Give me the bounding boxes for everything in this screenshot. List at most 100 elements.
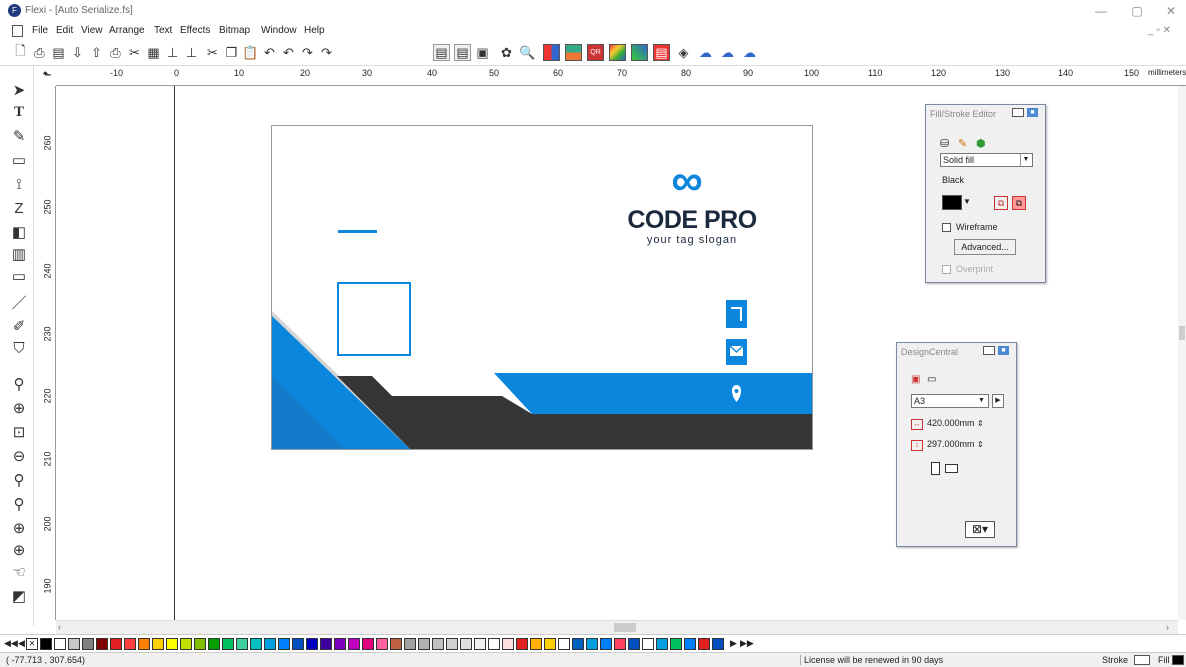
guide-line[interactable] (174, 86, 175, 620)
cloud-icon[interactable]: ☁ (697, 44, 714, 61)
pen-tool-icon[interactable]: ✐ (9, 316, 29, 336)
paste-icon[interactable]: 📋 (242, 44, 259, 61)
zigzag-tool-icon[interactable]: Z (9, 198, 29, 218)
color-swatch[interactable] (516, 638, 528, 650)
rip-print-icon[interactable]: ⊥ (164, 44, 181, 61)
color-swatch[interactable] (334, 638, 346, 650)
panel-close-button[interactable]: ■ (1027, 108, 1038, 117)
select-arrow-icon[interactable]: ➤ (9, 80, 29, 100)
vertical-scroll-thumb[interactable] (1179, 326, 1185, 340)
color-swatch[interactable] (250, 638, 262, 650)
color-swatch[interactable] (446, 638, 458, 650)
text-properties-icon[interactable]: ▣ (474, 44, 491, 61)
redo-icon[interactable]: ↷ (299, 44, 316, 61)
color-swatch[interactable] (96, 638, 108, 650)
fill-swatch[interactable] (1172, 655, 1184, 665)
menu-text[interactable]: Text (154, 25, 172, 36)
vertical-scrollbar[interactable] (1178, 86, 1186, 620)
panel-close-button[interactable]: ■ (998, 346, 1009, 355)
text-tool-icon[interactable]: T (9, 102, 29, 122)
color-swatch[interactable] (166, 638, 178, 650)
color-swatch[interactable] (628, 638, 640, 650)
color-swatch[interactable] (348, 638, 360, 650)
color-swatch[interactable] (418, 638, 430, 650)
pan-tool-icon[interactable]: ⚲ (9, 374, 29, 394)
save-icon[interactable]: ▤ (50, 44, 67, 61)
menu-help[interactable]: Help (304, 25, 325, 36)
no-color-swatch[interactable]: ✕ (26, 638, 38, 650)
close-button[interactable]: ✕ (1156, 2, 1186, 20)
panel-minimize-button[interactable] (983, 346, 995, 355)
fill-tool-icon[interactable]: ⛉ (9, 338, 29, 358)
print-icon[interactable]: ⎙ (107, 44, 124, 61)
business-card[interactable]: ∞ CODE PRO your tag slogan (271, 125, 813, 450)
layers-icon[interactable]: ◈ (675, 44, 692, 61)
palette-last-icon[interactable]: ▶▶ (740, 638, 754, 649)
color-dropdown-arrow-icon[interactable]: ▼ (963, 197, 971, 206)
color-swatch[interactable] (68, 638, 80, 650)
color-swatch-button[interactable] (942, 195, 962, 210)
page-tab-icon[interactable]: ▭ (927, 374, 936, 385)
color-swatch[interactable] (390, 638, 402, 650)
rectangle-tool-icon[interactable]: ▭ (9, 150, 29, 170)
horizontal-ruler[interactable]: -10 0 10 20 30 40 50 60 70 80 90 100 110… (38, 66, 1186, 86)
color-swatch[interactable] (40, 638, 52, 650)
color-swatch[interactable] (110, 638, 122, 650)
color-swatch[interactable] (684, 638, 696, 650)
open-icon[interactable]: ⎙ (31, 44, 48, 61)
brand-name[interactable]: CODE PRO (627, 206, 757, 235)
measure-tool-icon[interactable]: ▭ (9, 266, 29, 286)
document-icon[interactable] (12, 25, 23, 37)
cut-icon[interactable]: ✂ (204, 44, 221, 61)
color-swatch[interactable] (586, 638, 598, 650)
width-spinner-icon[interactable]: ⇕ (977, 419, 984, 428)
color-swatch[interactable] (502, 638, 514, 650)
color-editor-icon[interactable]: ✿ (498, 44, 515, 61)
color-swatch[interactable] (152, 638, 164, 650)
gradient-icon[interactable] (609, 44, 626, 61)
fill-stroke-editor-icon[interactable]: ▤ (454, 44, 471, 61)
panel-minimize-button[interactable] (1012, 108, 1024, 117)
color-swatch[interactable] (194, 638, 206, 650)
color-swatch[interactable] (404, 638, 416, 650)
stroke-tab-icon[interactable]: ✎ (958, 137, 967, 150)
menu-effects[interactable]: Effects (180, 25, 210, 36)
ruler-origin-corner[interactable]: ⬑ (38, 66, 56, 86)
advanced-button[interactable]: Advanced... (954, 239, 1016, 255)
color-swatch[interactable] (264, 638, 276, 650)
scroll-left-icon[interactable]: ‹ (58, 622, 61, 632)
menu-bitmap[interactable]: Bitmap (219, 25, 250, 36)
design-central-icon[interactable]: ▤ (433, 44, 450, 61)
brand-slogan[interactable]: your tag slogan (627, 234, 757, 246)
zoom-in-icon[interactable]: ⊕ (9, 398, 29, 418)
new-document-icon[interactable]: 🗋 (12, 43, 29, 61)
color-swatch[interactable] (306, 638, 318, 650)
import-icon[interactable]: ⇩ (69, 44, 86, 61)
color-palette-icon[interactable] (543, 44, 560, 61)
portrait-orientation-icon[interactable] (931, 462, 940, 475)
effects-tool-icon[interactable]: ◧ (9, 222, 29, 242)
palette-first-icon[interactable]: ◀◀ (4, 638, 18, 649)
color-swatch[interactable] (670, 638, 682, 650)
image-icon[interactable] (631, 44, 648, 61)
landscape-orientation-icon[interactable] (945, 464, 958, 473)
color-swatch[interactable] (292, 638, 304, 650)
barcode-icon[interactable]: ▤ (653, 44, 670, 61)
color-swatch[interactable] (474, 638, 486, 650)
knife-tool-icon[interactable]: ／ (9, 292, 29, 312)
zoom-page-icon[interactable]: ⊡ (9, 422, 29, 442)
zoom-icon[interactable]: 🔍 (519, 44, 536, 61)
minimize-button[interactable]: — (1086, 2, 1116, 20)
export-icon[interactable]: ⇧ (88, 44, 105, 61)
page-size-next-button[interactable]: ▶ (992, 394, 1004, 408)
copy-icon[interactable]: ❐ (223, 44, 240, 61)
page-setup-tab-icon[interactable]: ▣ (911, 374, 920, 385)
color-swatch[interactable] (572, 638, 584, 650)
color-fill-tool-icon[interactable]: ◩ (9, 586, 29, 606)
logo-icon[interactable]: ∞ (667, 159, 707, 203)
height-spinner-icon[interactable]: ⇕ (977, 440, 984, 449)
zoom-actual-icon[interactable]: ⊕ (9, 540, 29, 560)
zoom-selection-icon[interactable]: ⚲ (9, 470, 29, 490)
color-swatch[interactable] (460, 638, 472, 650)
color-swatch[interactable] (642, 638, 654, 650)
